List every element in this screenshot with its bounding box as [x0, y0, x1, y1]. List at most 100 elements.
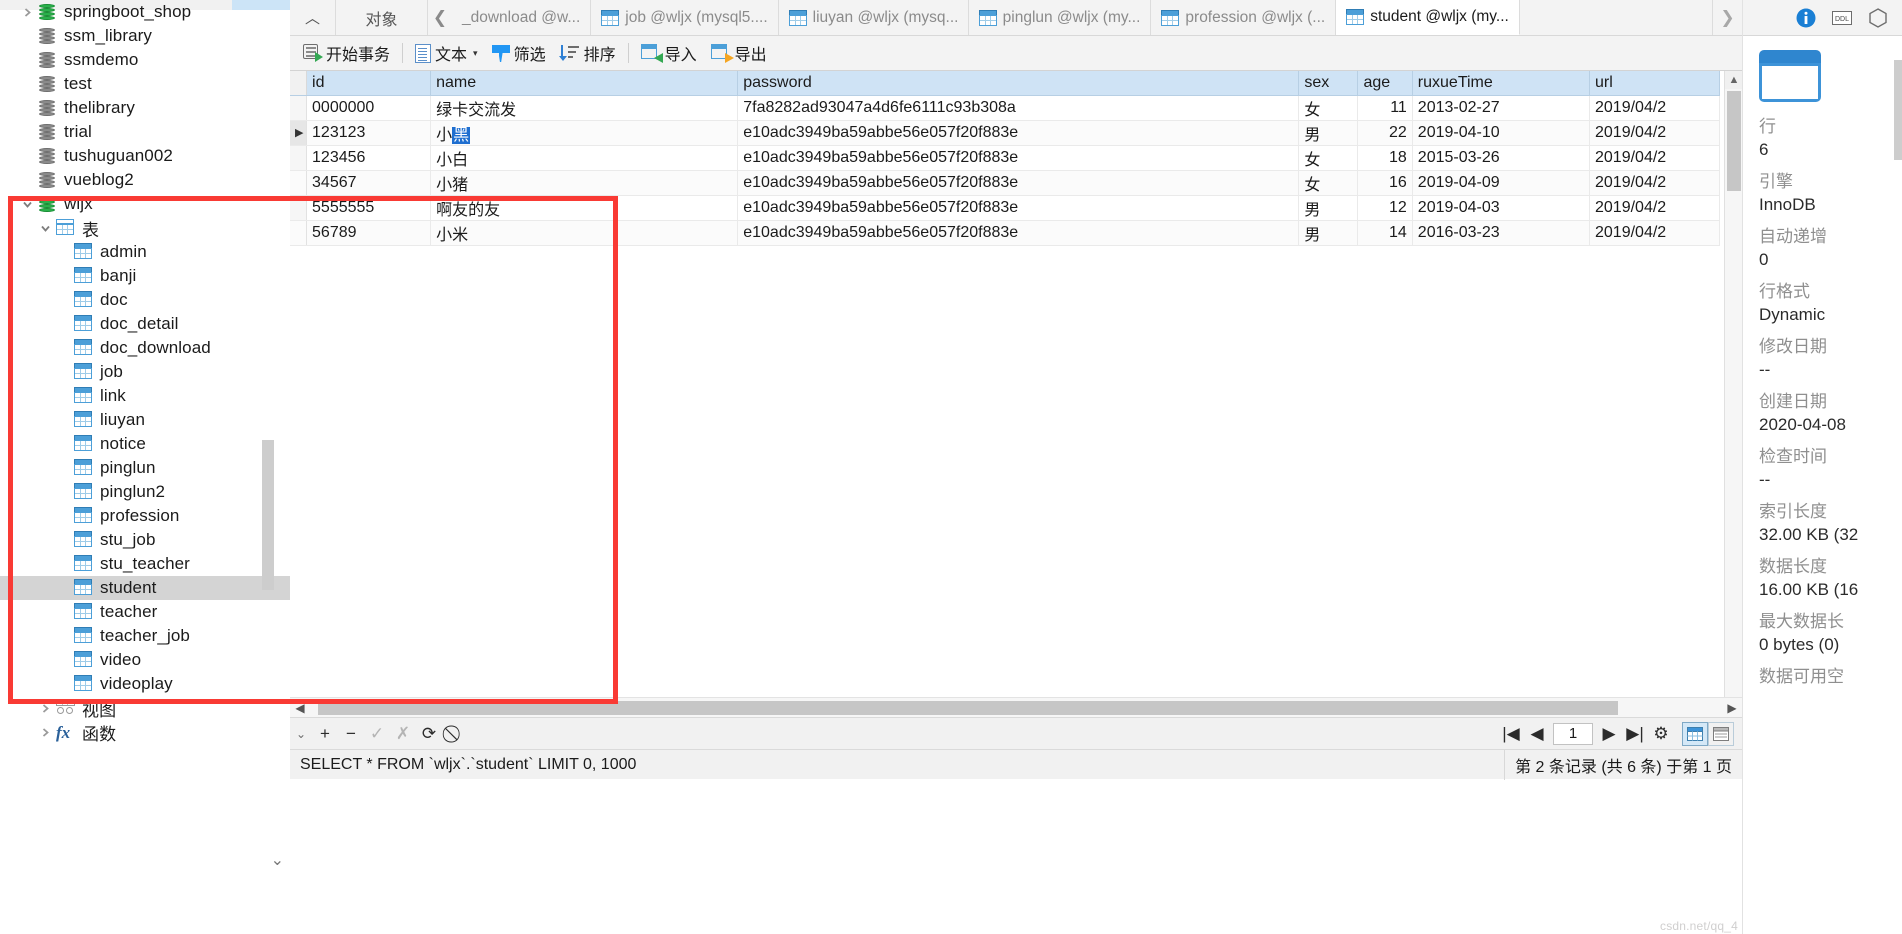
- tab-download-w[interactable]: _download @w...: [452, 0, 592, 35]
- refresh-button[interactable]: ⟳: [416, 721, 442, 747]
- gear-icon[interactable]: ⚙: [1648, 721, 1674, 747]
- grid-vscroll-thumb[interactable]: [1727, 91, 1741, 191]
- tab-job-wljx-mysql5[interactable]: job @wljx (mysql5....: [591, 0, 779, 35]
- row-marker[interactable]: [290, 220, 308, 246]
- tab-bar[interactable]: ︿ 对象 ❮ _download @w... job @wljx (mysql5.…: [290, 0, 1742, 36]
- filter-button[interactable]: 筛选: [485, 39, 553, 67]
- cell-age[interactable]: 22: [1357, 120, 1413, 146]
- row-marker[interactable]: [290, 95, 308, 121]
- column-header-sex[interactable]: sex: [1298, 71, 1359, 96]
- cell-id[interactable]: 5555555: [306, 195, 432, 221]
- cell-password[interactable]: e10adc3949ba59abbe56e057f20f883e: [737, 195, 1300, 221]
- row-marker[interactable]: ▶: [290, 120, 308, 146]
- cell-name[interactable]: 小黑: [430, 120, 739, 146]
- table-header-row[interactable]: id name password sex age ruxueTime url: [290, 71, 1720, 96]
- tree-item-profession[interactable]: profession: [0, 504, 290, 528]
- info-icon[interactable]: [1794, 6, 1818, 30]
- tree-item-teacher_job[interactable]: teacher_job: [0, 624, 290, 648]
- cell-password[interactable]: e10adc3949ba59abbe56e057f20f883e: [737, 220, 1300, 246]
- cell-ruxueTime[interactable]: 2019-04-09: [1412, 170, 1591, 196]
- recordbar-chevron-down-icon[interactable]: ⌄: [290, 727, 312, 741]
- data-table[interactable]: id name password sex age ruxueTime url 0000000…: [290, 71, 1720, 246]
- table-row[interactable]: 0000000 绿卡交流发 7fa8282ad93047a4d6fe6111c93b…: [290, 95, 1720, 121]
- tree-item-视图[interactable]: 视图: [0, 696, 290, 720]
- data-grid[interactable]: id name password sex age ruxueTime url 0000000…: [290, 71, 1742, 716]
- tree-item-teacher[interactable]: teacher: [0, 600, 290, 624]
- cell-name[interactable]: 小白: [430, 145, 739, 171]
- grid-hscroll-thumb[interactable]: [318, 700, 1618, 715]
- cell-ruxueTime[interactable]: 2019-04-03: [1412, 195, 1591, 221]
- nav-first-icon[interactable]: |◀: [1498, 721, 1524, 747]
- grid-horizontal-scrollbar[interactable]: ◀ ▶: [290, 697, 1742, 717]
- cell-name[interactable]: 啊友的友: [430, 195, 739, 221]
- column-header-url[interactable]: url: [1589, 71, 1720, 96]
- cell-id[interactable]: 56789: [306, 220, 432, 246]
- tree-item-stu_teacher[interactable]: stu_teacher: [0, 552, 290, 576]
- tree-item-函数[interactable]: fx 函数: [0, 720, 290, 744]
- cell-url[interactable]: 2019/04/2: [1589, 195, 1720, 221]
- tree-item-banji[interactable]: banji: [0, 264, 290, 288]
- chevron-down-icon[interactable]: ▾: [473, 48, 478, 59]
- tree-item-doc[interactable]: doc: [0, 288, 290, 312]
- column-header-name[interactable]: name: [430, 71, 739, 96]
- cell-url[interactable]: 2019/04/2: [1589, 95, 1720, 121]
- tab-scroll-left-chevron-icon[interactable]: ❮: [428, 0, 452, 35]
- record-navigation-bar[interactable]: ⌄ + − ✓ ✗ ⟳ ⃠ |◀ ◀ 1 ▶ ▶| ⚙: [290, 717, 1742, 749]
- tree-item-ssmdemo[interactable]: ssmdemo: [0, 48, 290, 72]
- ddl-icon[interactable]: DDL: [1830, 6, 1854, 30]
- tree-item-admin[interactable]: admin: [0, 240, 290, 264]
- twisty-collapsed-icon[interactable]: [16, 7, 38, 18]
- cell-password[interactable]: e10adc3949ba59abbe56e057f20f883e: [737, 145, 1300, 171]
- cell-id[interactable]: 123456: [306, 145, 432, 171]
- tab-liuyan-wljx-mysq[interactable]: liuyan @wljx (mysq...: [778, 0, 969, 35]
- cell-ruxueTime[interactable]: 2016-03-23: [1412, 220, 1591, 246]
- grid-vertical-scrollbar[interactable]: ▲ ▼: [1724, 71, 1743, 716]
- tree-item-wljx[interactable]: wljx: [0, 192, 290, 216]
- cell-ruxueTime[interactable]: 2015-03-26: [1412, 145, 1591, 171]
- tree-item-liuyan[interactable]: liuyan: [0, 408, 290, 432]
- grid-hscroll-track[interactable]: [310, 698, 1722, 718]
- twisty-collapsed-icon[interactable]: [34, 727, 56, 738]
- collapse-panel-chevron-up-icon[interactable]: ︿: [290, 0, 336, 35]
- cell-sex[interactable]: 男: [1298, 120, 1359, 146]
- table-row[interactable]: 56789 小米 e10adc3949ba59abbe56e057f20f883e 男…: [290, 220, 1720, 246]
- cell-age[interactable]: 16: [1357, 170, 1413, 196]
- info-panel-scrollbar[interactable]: [1894, 60, 1902, 160]
- tree-item-notice[interactable]: notice: [0, 432, 290, 456]
- tree-item-thelibrary[interactable]: thelibrary: [0, 96, 290, 120]
- tab-objects[interactable]: 对象: [336, 0, 428, 35]
- tree-item-ssm_library[interactable]: ssm_library: [0, 24, 290, 48]
- column-header-age[interactable]: age: [1357, 71, 1413, 96]
- tab-scroll-right-chevron-icon[interactable]: ❯: [1712, 0, 1742, 35]
- pagination-controls[interactable]: |◀ ◀ 1 ▶ ▶| ⚙: [1498, 721, 1742, 747]
- cell-ruxueTime[interactable]: 2013-02-27: [1412, 95, 1591, 121]
- twisty-expanded-icon[interactable]: [16, 199, 38, 210]
- open-tabs-list[interactable]: _download @w... job @wljx (mysql5.... liuy…: [452, 0, 1712, 35]
- twisty-collapsed-icon[interactable]: [34, 703, 56, 714]
- cell-url[interactable]: 2019/04/2: [1589, 220, 1720, 246]
- tree-item-test[interactable]: test: [0, 72, 290, 96]
- column-header-id[interactable]: id: [306, 71, 432, 96]
- cell-password[interactable]: e10adc3949ba59abbe56e057f20f883e: [737, 120, 1300, 146]
- tab-pinglun-wljx-my[interactable]: pinglun @wljx (my...: [968, 0, 1152, 35]
- tree-item-doc_download[interactable]: doc_download: [0, 336, 290, 360]
- text-button[interactable]: 文本 ▾: [408, 39, 485, 67]
- cell-url[interactable]: 2019/04/2: [1589, 170, 1720, 196]
- tree-item-pinglun[interactable]: pinglun: [0, 456, 290, 480]
- form-view-toggle[interactable]: [1708, 721, 1734, 746]
- confirm-edit-button[interactable]: ✓: [364, 721, 390, 747]
- tree-item-表[interactable]: 表: [0, 216, 290, 240]
- scroll-left-arrow-icon[interactable]: ◀: [290, 698, 310, 718]
- tree-item-stu_job[interactable]: stu_job: [0, 528, 290, 552]
- export-button[interactable]: 导出: [704, 39, 774, 67]
- tab-profession-wljx[interactable]: profession @wljx (...: [1151, 0, 1337, 35]
- cell-password[interactable]: e10adc3949ba59abbe56e057f20f883e: [737, 170, 1300, 196]
- sidebar-scrollbar-thumb[interactable]: [262, 440, 274, 590]
- cell-age[interactable]: 18: [1357, 145, 1413, 171]
- cell-name[interactable]: 小米: [430, 220, 739, 246]
- cell-name[interactable]: 小猪: [430, 170, 739, 196]
- tree-item-student[interactable]: student: [0, 576, 290, 600]
- add-record-button[interactable]: +: [312, 721, 338, 747]
- column-header-password[interactable]: password: [737, 71, 1300, 96]
- scroll-right-arrow-icon[interactable]: ▶: [1722, 698, 1742, 718]
